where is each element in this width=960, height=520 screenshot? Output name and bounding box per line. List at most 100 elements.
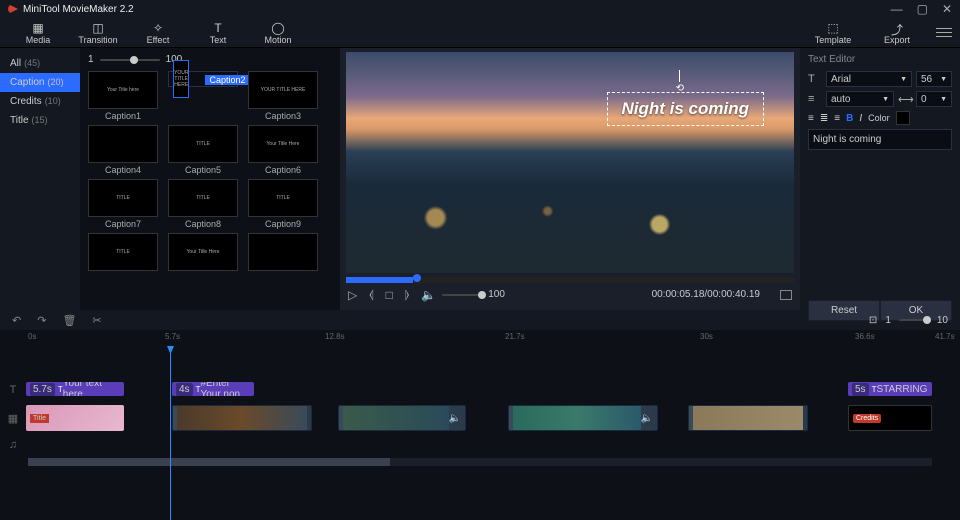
undo-icon[interactable]: ↶ — [12, 314, 21, 327]
next-frame-icon[interactable]: ⦊ — [405, 287, 409, 302]
tab-transition[interactable]: ◫Transition — [68, 21, 128, 45]
audio-track-icon: ♫ — [4, 439, 22, 451]
audio-icon: 🔈 — [641, 413, 653, 424]
motion-icon: ◯ — [271, 21, 284, 35]
video-clip-3[interactable]: 🔈⧉ — [338, 405, 466, 431]
category-sidebar: All(45) Caption(20) Credits(10) Title(15… — [0, 48, 80, 310]
align-center-icon[interactable]: ≣ — [820, 113, 828, 124]
spacing-select[interactable]: 0▼ — [916, 91, 952, 107]
app-title: MiniTool MovieMaker 2.2 — [23, 4, 134, 15]
tab-media[interactable]: ▦Media — [8, 21, 68, 45]
text-editor-panel: Text Editor T Arial▼ 56▼ ≡ auto▼ ⟷ 0▼ ≡ … — [800, 48, 960, 310]
volume-value: 100 — [488, 289, 505, 300]
line-height-icon: ≡ — [808, 93, 822, 105]
preview-progress[interactable] — [346, 277, 794, 283]
align-left-icon[interactable]: ≡ — [808, 113, 814, 124]
playhead[interactable] — [170, 346, 171, 520]
preview-controls: ▷ ⦉ □ ⦊ 🔈 100 00:00:05.18/00:00:40.19 — [346, 283, 794, 306]
redo-icon[interactable]: ↷ — [37, 314, 46, 327]
color-swatch[interactable] — [896, 111, 910, 125]
caption-thumb-5[interactable]: TITLECaption5 — [168, 125, 238, 175]
font-select[interactable]: Arial▼ — [826, 71, 912, 87]
text-icon: T — [214, 21, 221, 35]
maximize-icon[interactable]: ▢ — [917, 2, 928, 16]
caption-thumb-4[interactable]: Caption4 — [88, 125, 158, 175]
caption-thumb-3[interactable]: YOUR TITLE HERECaption3 — [248, 71, 318, 121]
credits-clip[interactable]: Credits — [848, 405, 932, 431]
caption-thumb-12[interactable] — [248, 233, 318, 273]
preview-panel: ⟲ Night is coming ▷ ⦉ □ ⦊ 🔈 100 00:00:05… — [340, 48, 800, 310]
spacing-icon: ⟷ — [898, 93, 912, 106]
caption-thumb-10[interactable]: TITLE — [88, 233, 158, 273]
sidebar-item-title[interactable]: Title(15) — [0, 111, 80, 130]
font-icon: T — [808, 73, 822, 85]
stop-icon[interactable]: □ — [386, 288, 393, 302]
main-toolbar: ▦Media ◫Transition ✧Effect TText ◯Motion… — [0, 18, 960, 48]
minimize-icon[interactable]: — — [891, 2, 903, 16]
tab-export[interactable]: ⤴Export — [872, 21, 922, 45]
italic-button[interactable]: I — [859, 113, 862, 124]
tab-template[interactable]: ⬚Template — [808, 21, 858, 45]
tab-text[interactable]: TText — [188, 21, 248, 45]
color-label: Color — [868, 113, 890, 123]
text-track: T 5.7sT Your text here 4sT #Enter Your n… — [0, 380, 960, 400]
window-controls: — ▢ ✕ — [891, 2, 952, 16]
timecode: 00:00:05.18/00:00:40.19 — [652, 289, 760, 300]
caption-thumb-11[interactable]: Your Title Here — [168, 233, 238, 273]
sidebar-item-all[interactable]: All(45) — [0, 54, 80, 73]
lineheight-select[interactable]: auto▼ — [826, 91, 894, 107]
caption-thumb-9[interactable]: TITLECaption9 — [248, 179, 318, 229]
rotate-handle-icon[interactable]: ⟲ — [676, 70, 684, 94]
caption-text-input[interactable]: Night is coming — [808, 129, 952, 150]
export-icon: ⤴ — [891, 21, 903, 35]
align-right-icon[interactable]: ≡ — [834, 113, 840, 124]
tab-motion[interactable]: ◯Motion — [248, 21, 308, 45]
caption-thumb-2[interactable]: YOUR TITLE HERECaption2 — [168, 71, 238, 87]
text-track-icon: T — [4, 384, 22, 396]
volume-icon[interactable]: 🔈 — [421, 288, 436, 302]
asset-panel: 1 100 Your Title hereCaption1 YOUR TITLE … — [80, 48, 340, 310]
play-icon[interactable]: ▷ — [348, 288, 357, 302]
video-clip-2[interactable]: ⧉ — [172, 405, 312, 431]
caption-thumb-8[interactable]: TITLECaption8 — [168, 179, 238, 229]
transition-icon: ◫ — [92, 21, 103, 35]
sidebar-item-caption[interactable]: Caption(20) — [0, 73, 80, 92]
caption-thumb-1[interactable]: Your Title hereCaption1 — [88, 71, 158, 121]
timeline-ruler[interactable]: 0s 5.7s 12.8s 21.7s 30s 36.6s 41.7s — [0, 330, 960, 346]
text-clip-1[interactable]: 5.7sT Your text here — [26, 382, 124, 396]
timeline-scrollbar[interactable] — [28, 458, 932, 466]
video-clip-5[interactable]: ⧉ — [688, 405, 808, 431]
video-clip-4[interactable]: 🔈⧉ — [508, 405, 658, 431]
template-icon: ⬚ — [827, 21, 838, 35]
bold-button[interactable]: B — [846, 113, 853, 124]
audio-icon: 🔈 — [449, 413, 461, 424]
sidebar-item-credits[interactable]: Credits(10) — [0, 92, 80, 111]
app-logo-icon — [8, 4, 18, 14]
preview-image — [346, 52, 794, 273]
timeline: T 5.7sT Your text here 4sT #Enter Your n… — [0, 346, 960, 520]
menu-icon[interactable] — [936, 28, 952, 37]
caption-overlay[interactable]: Night is coming — [607, 92, 765, 126]
effect-icon: ✧ — [153, 21, 163, 35]
caption-thumb-7[interactable]: TITLECaption7 — [88, 179, 158, 229]
media-icon: ▦ — [32, 21, 43, 35]
title-bar: MiniTool MovieMaker 2.2 — ▢ ✕ — [0, 0, 960, 18]
video-clip-1[interactable]: Title⧉ — [26, 405, 124, 431]
text-clip-3[interactable]: 5sT STARRING — [848, 382, 932, 396]
audio-track: ♫ — [0, 436, 960, 454]
text-clip-2[interactable]: 4sT #Enter Your non — [172, 382, 254, 396]
fit-icon[interactable]: ⊡ — [869, 315, 877, 326]
caption-thumb-6[interactable]: Your Title HereCaption6 — [248, 125, 318, 175]
split-icon[interactable]: ✂ — [92, 314, 101, 327]
preview-frame[interactable]: ⟲ Night is coming — [346, 52, 794, 273]
fullscreen-icon[interactable] — [780, 290, 792, 300]
zoom-slider[interactable] — [899, 319, 929, 321]
prev-frame-icon[interactable]: ⦉ — [369, 287, 373, 302]
delete-icon[interactable]: 🗑 — [62, 314, 76, 327]
close-icon[interactable]: ✕ — [942, 2, 952, 16]
size-slider[interactable] — [100, 59, 160, 61]
volume-slider[interactable] — [442, 294, 482, 296]
size-select[interactable]: 56▼ — [916, 71, 952, 87]
tab-effect[interactable]: ✧Effect — [128, 21, 188, 45]
thumbnail-size-slider: 1 100 — [88, 54, 332, 65]
